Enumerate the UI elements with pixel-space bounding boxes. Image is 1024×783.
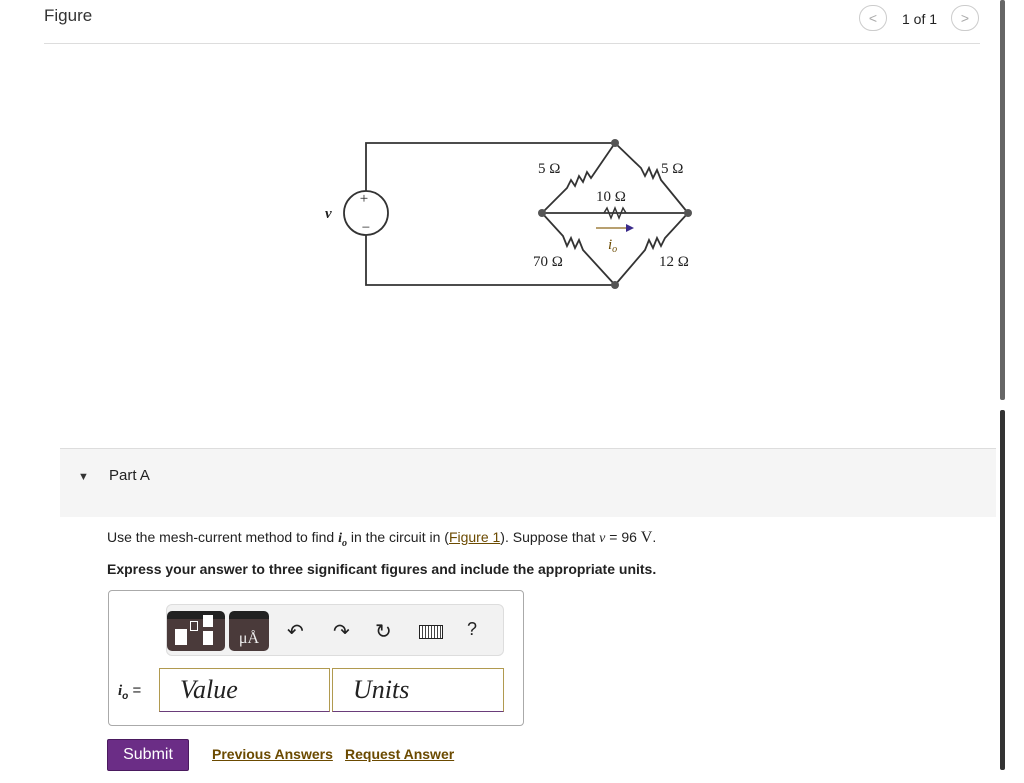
resistor-top-right [614,142,689,214]
resistor-bottom-right [614,212,689,286]
part-header[interactable] [60,448,996,517]
node [538,209,546,217]
reset-icon[interactable]: ↻ [375,619,392,644]
redo-icon[interactable]: ↷ [333,619,350,644]
source-label: v [325,206,332,222]
r-bottom-right-label: 12 Ω [659,254,689,270]
help-button[interactable]: ? [467,619,477,640]
value-input[interactable]: Value [159,668,330,712]
previous-answers-link[interactable]: Previous Answers [212,746,333,762]
templates-button[interactable] [167,611,225,651]
node [611,139,619,147]
r-middle-label: 10 Ω [596,189,626,205]
question-text: Use the mesh-current method to find io i… [107,529,657,549]
node [611,281,619,289]
scrollbar[interactable] [1000,410,1005,770]
circuit-diagram: + − v 5 Ω 5 Ω 10 Ω 70 Ω 12 Ω io [325,139,692,289]
undo-icon[interactable]: ↶ [287,619,304,644]
units-button[interactable]: μÅ [229,611,269,651]
r-top-right-label: 5 Ω [661,161,683,177]
instruction-text: Express your answer to three significant… [107,561,657,577]
figure-link[interactable]: Figure 1 [449,529,500,545]
part-label: Part A [109,467,150,484]
minus-sign: − [362,220,370,236]
answer-label: io = [118,682,142,702]
request-answer-link[interactable]: Request Answer [345,746,454,762]
keyboard-icon[interactable] [419,625,443,639]
plus-sign: + [360,191,368,207]
current-label: io [608,237,617,255]
math-toolbar: μÅ ↶ ↷ ↻ ? [166,604,504,656]
node [684,209,692,217]
submit-button[interactable]: Submit [107,739,189,771]
resistor-bottom-left [541,212,616,286]
units-input[interactable]: Units [332,668,504,712]
r-bottom-left-label: 70 Ω [533,254,563,270]
wire-top [365,142,615,191]
r-top-left-label: 5 Ω [538,161,560,177]
current-arrowhead [626,224,634,232]
collapse-triangle-icon[interactable]: ▼ [78,471,89,483]
